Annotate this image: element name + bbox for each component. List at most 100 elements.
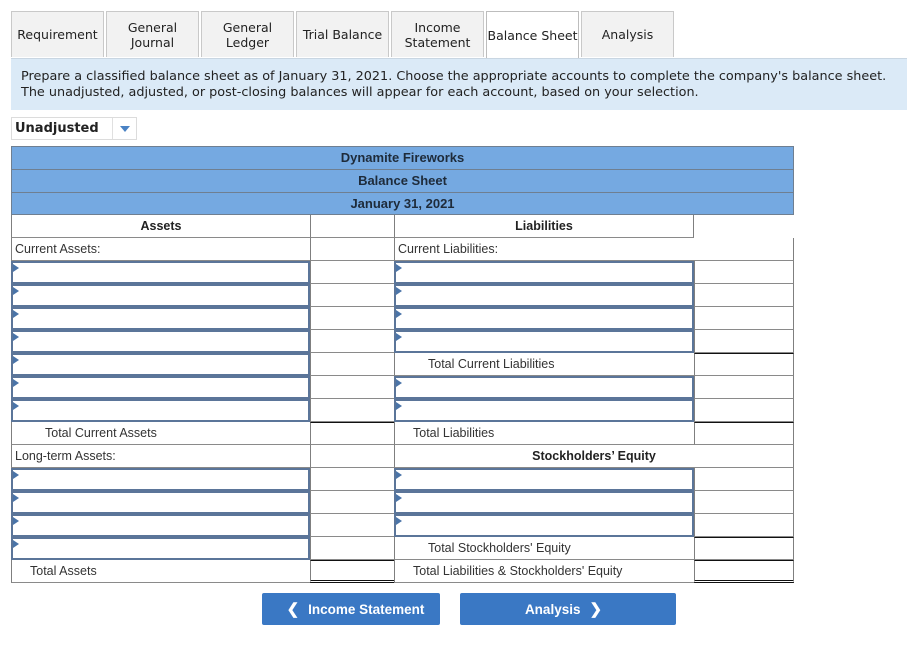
table-row: Current Assets: Current Liabilities:	[11, 238, 794, 261]
tab-analysis[interactable]: Analysis	[581, 11, 674, 57]
account-select[interactable]	[11, 261, 310, 284]
tab-requirement[interactable]: Requirement	[11, 11, 104, 57]
account-select[interactable]	[11, 537, 310, 560]
total-current-assets-amount[interactable]	[310, 422, 394, 445]
tab-general-journal[interactable]: General Journal	[106, 11, 199, 57]
account-select[interactable]	[11, 284, 310, 307]
total-liabilities-equity-label: Total Liabilities & Stockholders' Equity	[394, 560, 694, 583]
chevron-left-icon: ❮	[286, 601, 300, 618]
amount-input[interactable]	[694, 399, 794, 422]
account-select[interactable]	[11, 468, 310, 491]
account-select[interactable]	[11, 353, 310, 376]
table-row	[11, 284, 794, 307]
account-select[interactable]	[394, 468, 694, 491]
table-row: Assets Liabilities	[11, 215, 794, 238]
table-row	[11, 330, 794, 353]
balance-type-dropdown[interactable]: Unadjusted	[11, 117, 137, 140]
tab-trial-balance[interactable]: Trial Balance	[296, 11, 389, 57]
next-analysis-button[interactable]: Analysis ❯	[460, 593, 676, 625]
amount-input[interactable]	[310, 537, 394, 560]
tab-general-ledger[interactable]: General Ledger	[201, 11, 294, 57]
amount-input[interactable]	[694, 376, 794, 399]
amount-input[interactable]	[310, 261, 394, 284]
amount-input[interactable]	[694, 468, 794, 491]
amount-input[interactable]	[310, 284, 394, 307]
table-row	[11, 514, 794, 537]
table-row: Long-term Assets: Stockholders’ Equity	[11, 445, 794, 468]
account-select[interactable]	[11, 514, 310, 537]
amount-cell	[694, 238, 794, 261]
table-row: Total Current Liabilities	[11, 353, 794, 376]
tab-label: General Journal	[127, 19, 178, 50]
account-select[interactable]	[394, 399, 694, 422]
amount-input[interactable]	[694, 491, 794, 514]
amount-input[interactable]	[310, 468, 394, 491]
prev-button-label: Income Statement	[308, 601, 425, 617]
prev-income-statement-button[interactable]: ❮ Income Statement	[262, 593, 440, 625]
account-select[interactable]	[394, 491, 694, 514]
amount-input[interactable]	[310, 491, 394, 514]
account-select[interactable]	[11, 330, 310, 353]
account-select[interactable]	[394, 330, 694, 353]
assets-header: Assets	[11, 215, 310, 238]
account-select[interactable]	[11, 491, 310, 514]
amount-cell	[310, 215, 394, 238]
equity-header: Stockholders’ Equity	[394, 445, 794, 468]
total-current-liabilities-amount[interactable]	[694, 353, 794, 376]
total-current-assets-label: Total Current Assets	[11, 422, 310, 445]
account-select[interactable]	[11, 307, 310, 330]
total-current-liabilities-label: Total Current Liabilities	[394, 353, 694, 376]
company-name: Dynamite Fireworks	[11, 146, 794, 169]
amount-input[interactable]	[310, 399, 394, 422]
amount-input[interactable]	[310, 514, 394, 537]
account-select[interactable]	[11, 376, 310, 399]
next-button-label: Analysis	[524, 601, 581, 617]
amount-input[interactable]	[310, 353, 394, 376]
tab-balance-sheet[interactable]: Balance Sheet	[486, 11, 579, 58]
total-assets-label: Total Assets	[11, 560, 310, 583]
long-term-assets-label: Long-term Assets:	[11, 445, 310, 468]
account-select[interactable]	[394, 514, 694, 537]
account-select[interactable]	[394, 376, 694, 399]
amount-input[interactable]	[310, 330, 394, 353]
table-row	[11, 399, 794, 422]
amount-input[interactable]	[694, 514, 794, 537]
tab-income-statement[interactable]: Income Statement	[391, 11, 484, 57]
liabilities-header: Liabilities	[394, 215, 694, 238]
tab-label: Income Statement	[404, 19, 471, 50]
account-select[interactable]	[11, 399, 310, 422]
amount-cell	[310, 238, 394, 261]
chevron-down-icon	[120, 125, 130, 132]
table-row: Total Stockholders' Equity	[11, 537, 794, 560]
table-row	[11, 307, 794, 330]
amount-input[interactable]	[694, 261, 794, 284]
statement-date: January 31, 2021	[11, 192, 794, 215]
table-row: Total Current Assets Total Liabilities	[11, 422, 794, 445]
account-select[interactable]	[394, 284, 694, 307]
total-liabilities-label: Total Liabilities	[394, 422, 694, 445]
account-select[interactable]	[394, 261, 694, 284]
table-row	[11, 261, 794, 284]
current-assets-label: Current Assets:	[11, 238, 310, 261]
table-row: Total Assets Total Liabilities & Stockho…	[11, 560, 794, 583]
total-liabilities-equity-amount[interactable]	[694, 560, 794, 583]
total-equity-label: Total Stockholders' Equity	[394, 537, 694, 560]
amount-input[interactable]	[694, 307, 794, 330]
account-select[interactable]	[394, 307, 694, 330]
amount-input[interactable]	[310, 376, 394, 399]
amount-input[interactable]	[694, 284, 794, 307]
tab-bar: Requirement General Journal General Ledg…	[11, 11, 676, 58]
instructions: Prepare a classified balance sheet as of…	[11, 58, 907, 110]
amount-input[interactable]	[310, 307, 394, 330]
current-liabilities-label: Current Liabilities:	[394, 238, 694, 261]
table-row	[11, 491, 794, 514]
total-equity-amount[interactable]	[694, 537, 794, 560]
table-row	[11, 376, 794, 399]
table-row	[11, 468, 794, 491]
dropdown-value: Unadjusted	[12, 118, 113, 139]
amount-input[interactable]	[694, 330, 794, 353]
total-assets-amount[interactable]	[310, 560, 394, 583]
total-liabilities-amount[interactable]	[694, 422, 794, 445]
balance-sheet-table: Dynamite Fireworks Balance Sheet January…	[11, 146, 794, 583]
amount-cell	[310, 445, 394, 468]
